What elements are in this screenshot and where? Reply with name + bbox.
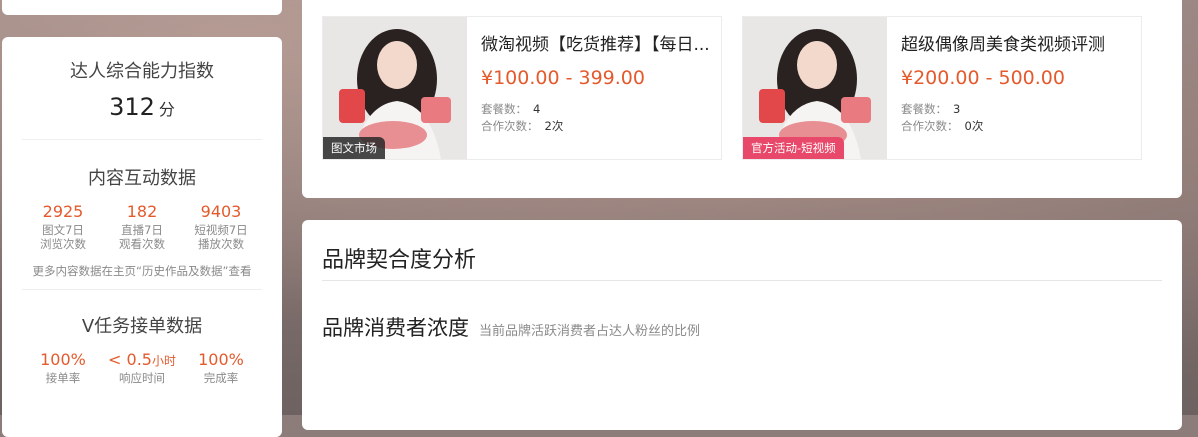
divider <box>22 289 262 290</box>
content-stats: 2925 图文7日 浏览次数 182 直播7日 观看次数 9403 短视频7日 播放次… <box>2 202 282 251</box>
profile-card-top <box>2 0 282 15</box>
stat-value: 2925 <box>42 202 84 221</box>
product-info: 超级偶像周美食类视频评测 ¥200.00 - 500.00 套餐数： 3 合作次数… <box>901 17 1133 135</box>
stat-value: 100% <box>40 350 86 369</box>
product-thumbnail[interactable]: 官方活动-短视频 <box>743 17 887 159</box>
ability-score: 312 分 <box>2 93 282 121</box>
brand-fit-card: 品牌契合度分析 品牌消费者浓度 当前品牌活跃消费者占达人粉丝的比例 <box>302 220 1182 430</box>
ability-title: 达人综合能力指数 <box>70 61 214 82</box>
service-products-card: 图文市场 微淘视频【吃货推荐】【每日... ¥100.00 - 399.00 套… <box>302 0 1182 198</box>
score-unit: 分 <box>158 100 175 119</box>
stat-video-plays: 9403 短视频7日 播放次数 <box>186 202 256 251</box>
ability-panel: 达人综合能力指数 312 分 内容互动数据 2925 图文7日 浏览次数 182 直… <box>2 37 282 437</box>
product-name[interactable]: 微淘视频【吃货推荐】【每日... <box>481 30 713 55</box>
stat-label: 短视频7日 播放次数 <box>194 223 248 251</box>
content-section-title: 内容互动数据 <box>88 168 196 189</box>
consumer-concentration-desc: 当前品牌活跃消费者占达人粉丝的比例 <box>479 324 701 339</box>
task-stats: 100% 接单率 < 0.5小时 响应时间 100% 完成率 <box>2 350 282 385</box>
product-meta: 套餐数： 3 合作次数： 0次 <box>901 102 984 133</box>
stat-value: 9403 <box>200 202 242 221</box>
task-section-title: V任务接单数据 <box>81 316 203 337</box>
score-value: 312 <box>109 93 155 121</box>
product-price: ¥100.00 - 399.00 <box>481 67 645 89</box>
consumer-concentration-title: 品牌消费者浓度 <box>322 316 469 340</box>
consumer-concentration-heading: 品牌消费者浓度 当前品牌活跃消费者占达人粉丝的比例 <box>322 312 700 342</box>
stat-completion-rate: 100% 完成率 <box>186 350 256 385</box>
stat-label: 响应时间 <box>119 371 165 385</box>
product-meta: 套餐数： 4 合作次数： 2次 <box>481 102 564 133</box>
product-tag: 官方活动-短视频 <box>743 137 844 159</box>
product-name[interactable]: 超级偶像周美食类视频评测 <box>901 30 1133 55</box>
divider <box>322 280 1162 281</box>
stat-label: 完成率 <box>203 371 239 385</box>
stat-value: 182 <box>126 202 158 221</box>
product-thumbnail[interactable]: 图文市场 <box>323 17 467 159</box>
stat-article-views: 2925 图文7日 浏览次数 <box>28 202 98 251</box>
stat-label: 直播7日 观看次数 <box>119 223 165 251</box>
product-tag: 图文市场 <box>323 137 385 159</box>
divider <box>22 139 262 140</box>
stat-response-time: < 0.5小时 响应时间 <box>107 350 177 385</box>
stat-label: 图文7日 浏览次数 <box>40 223 86 251</box>
product-price: ¥200.00 - 500.00 <box>901 67 1065 89</box>
product-card[interactable]: 官方活动-短视频 超级偶像周美食类视频评测 ¥200.00 - 500.00 套… <box>742 16 1142 160</box>
stat-accept-rate: 100% 接单率 <box>28 350 98 385</box>
stat-value: < 0.5小时 <box>108 350 176 369</box>
product-card[interactable]: 图文市场 微淘视频【吃货推荐】【每日... ¥100.00 - 399.00 套… <box>322 16 722 160</box>
product-info: 微淘视频【吃货推荐】【每日... ¥100.00 - 399.00 套餐数： 4 … <box>481 17 713 135</box>
content-more-note: 更多内容数据在主页“历史作品及数据”查看 <box>32 264 252 278</box>
stat-value: 100% <box>198 350 244 369</box>
brand-fit-title: 品牌契合度分析 <box>322 248 477 273</box>
stat-label: 接单率 <box>45 371 81 385</box>
stat-live-views: 182 直播7日 观看次数 <box>107 202 177 251</box>
